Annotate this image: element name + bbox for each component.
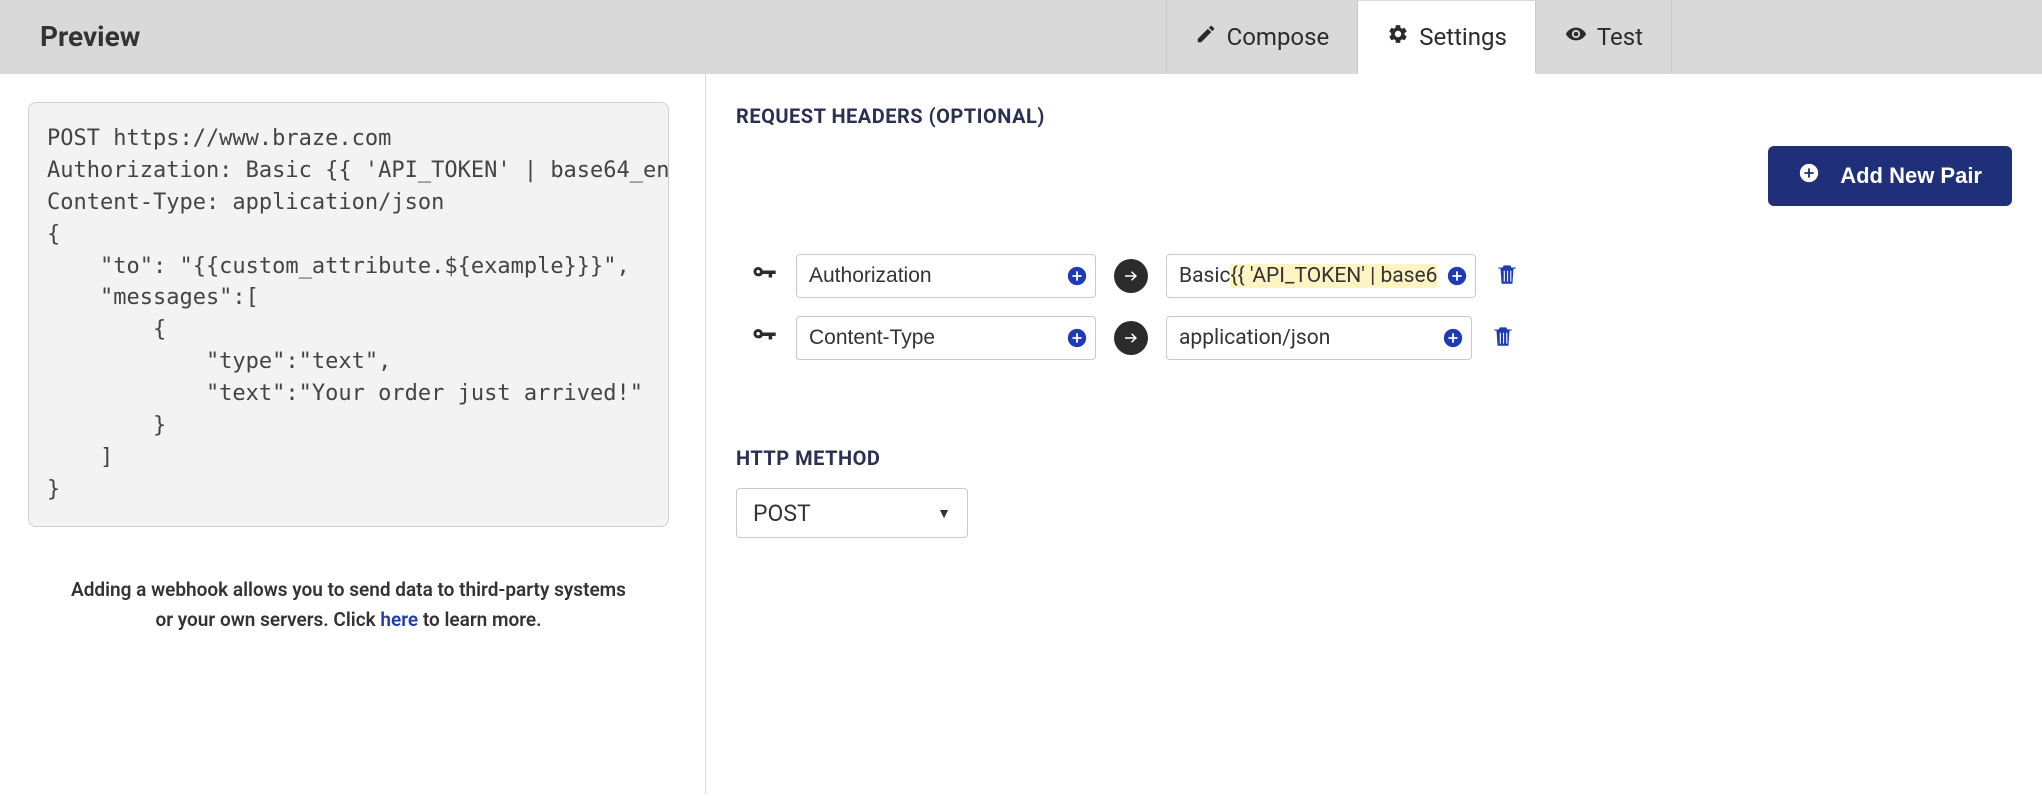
- http-method-value: POST: [753, 500, 811, 527]
- header-value-input[interactable]: Basic {{ 'API_TOKEN' | base6: [1166, 254, 1476, 298]
- add-liquid-icon[interactable]: [1442, 327, 1464, 349]
- header-row: Basic {{ 'API_TOKEN' | base6: [750, 254, 2012, 298]
- caret-down-icon: ▼: [937, 505, 951, 522]
- http-method-label: HTTP METHOD: [736, 446, 2012, 470]
- header-key-wrap: [796, 316, 1096, 360]
- help-link[interactable]: here: [380, 608, 418, 631]
- header-rows: Basic {{ 'API_TOKEN' | base6: [736, 254, 2012, 360]
- top-bar: Preview Compose Settings Test: [0, 0, 2042, 74]
- plus-circle-icon: [1798, 162, 1820, 190]
- header-value-wrap: Basic {{ 'API_TOKEN' | base6: [1166, 254, 1476, 298]
- header-value-input[interactable]: application/json: [1166, 316, 1472, 360]
- http-method-select[interactable]: POST ▼: [736, 488, 968, 538]
- key-icon: [750, 322, 778, 354]
- arrow-right-icon: [1114, 259, 1148, 293]
- page-title: Preview: [0, 20, 140, 53]
- settings-panel: REQUEST HEADERS (OPTIONAL) Add New Pair: [706, 74, 2042, 794]
- eye-icon: [1565, 23, 1587, 51]
- add-new-pair-label: Add New Pair: [1840, 163, 1982, 189]
- tab-test[interactable]: Test: [1536, 0, 1672, 73]
- header-key-wrap: [796, 254, 1096, 298]
- tab-label: Compose: [1227, 23, 1330, 51]
- delete-row-button[interactable]: [1494, 260, 1520, 292]
- tab-compose[interactable]: Compose: [1166, 0, 1359, 73]
- gear-icon: [1387, 23, 1409, 51]
- http-method-section: HTTP METHOD POST ▼: [736, 446, 2012, 538]
- request-headers-label: REQUEST HEADERS (OPTIONAL): [736, 104, 2012, 128]
- header-key-input[interactable]: [796, 316, 1096, 360]
- add-liquid-icon[interactable]: [1066, 327, 1088, 349]
- key-icon: [750, 260, 778, 292]
- tab-label: Test: [1597, 23, 1643, 51]
- code-preview: POST https://www.braze.com Authorization…: [28, 102, 669, 527]
- header-row: application/json: [750, 316, 2012, 360]
- delete-row-button[interactable]: [1490, 322, 1516, 354]
- tab-label: Settings: [1419, 23, 1507, 51]
- main-area: POST https://www.braze.com Authorization…: [0, 74, 2042, 794]
- pencil-icon: [1195, 23, 1217, 51]
- add-liquid-icon[interactable]: [1446, 265, 1468, 287]
- header-key-input[interactable]: [796, 254, 1096, 298]
- help-text: Adding a webhook allows you to send data…: [28, 575, 669, 636]
- header-value-wrap: application/json: [1166, 316, 1472, 360]
- add-new-pair-button[interactable]: Add New Pair: [1768, 146, 2012, 206]
- tabs: Compose Settings Test: [1166, 0, 1672, 73]
- arrow-right-icon: [1114, 321, 1148, 355]
- tab-settings[interactable]: Settings: [1358, 1, 1536, 74]
- add-liquid-icon[interactable]: [1066, 265, 1088, 287]
- preview-panel: POST https://www.braze.com Authorization…: [0, 74, 706, 794]
